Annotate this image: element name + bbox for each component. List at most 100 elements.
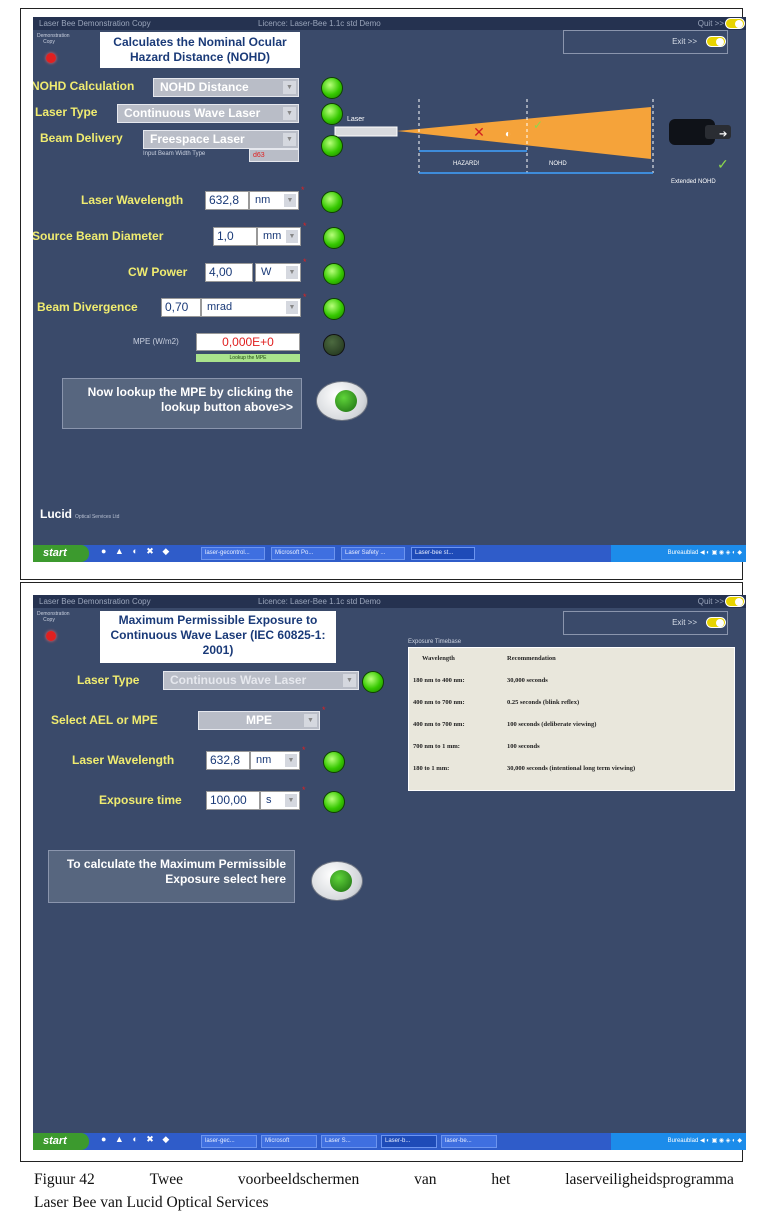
- taskbar-item[interactable]: Laser-b...: [381, 1135, 437, 1148]
- taskbar-item[interactable]: Laser S...: [321, 1135, 377, 1148]
- ael-mpe-select[interactable]: MPE ▼: [198, 711, 320, 730]
- source-diameter-unit-select[interactable]: mm ▼: [257, 227, 301, 246]
- diagram-hazard-label: HAZARD!: [453, 161, 480, 167]
- table-row: 180 nm to 400 nm: 30,000 seconds: [409, 670, 734, 692]
- title-bar: Laser Bee Demonstration Copy Licence: La…: [33, 17, 746, 30]
- figure-frame-top: Laser Bee Demonstration Copy Licence: La…: [20, 8, 746, 580]
- lookup-hint: Now lookup the MPE by clicking the looku…: [62, 378, 302, 429]
- chevron-down-icon[interactable]: ▼: [286, 266, 298, 279]
- mpe-label: MPE (W/m2): [133, 337, 179, 346]
- exposure-table: Wavelength Recommendation 180 nm to 400 …: [408, 647, 735, 791]
- wavelength-cell: 180 to 1 mm:: [413, 765, 450, 772]
- beam-delivery-label: Beam Delivery: [40, 131, 123, 145]
- chevron-down-icon[interactable]: ▼: [283, 107, 296, 120]
- chevron-down-icon[interactable]: ▼: [285, 754, 297, 767]
- mpe-output: 0,000E+0: [196, 333, 300, 351]
- quicklaunch-icons[interactable]: ● ▲ ◐ ✖ ◆: [101, 1134, 172, 1145]
- exposure-time-input[interactable]: 100,00: [206, 791, 260, 810]
- exit-toggle[interactable]: [706, 36, 726, 47]
- required-marker: *: [303, 257, 307, 267]
- laser-type-select[interactable]: Continuous Wave Laser ▼: [117, 104, 299, 123]
- divergence-input[interactable]: 0,70: [161, 298, 201, 317]
- calculate-go-button[interactable]: [311, 861, 363, 901]
- wavelength-status-led: [323, 751, 345, 773]
- exit-box: Exit >>: [563, 611, 728, 635]
- recommendation-cell: 0.25 seconds (blink reflex): [507, 699, 580, 706]
- chevron-down-icon[interactable]: ▼: [343, 674, 356, 687]
- chevron-down-icon[interactable]: ▼: [284, 194, 296, 207]
- cw-power-input[interactable]: 4,00: [205, 263, 253, 282]
- extended-check-icon: ✓: [717, 156, 729, 172]
- divergence-status-led: [323, 298, 345, 320]
- taskbar-item[interactable]: laser-be...: [441, 1135, 497, 1148]
- wavelength-input[interactable]: 632,8: [205, 191, 249, 210]
- required-marker: *: [302, 785, 306, 795]
- taskbar-item[interactable]: Microsoft: [261, 1135, 317, 1148]
- taskbar-item[interactable]: Laser Safety ...: [341, 547, 405, 560]
- start-button[interactable]: start: [33, 1133, 89, 1150]
- tray-label: Bureaublad: [667, 550, 699, 556]
- required-marker: *: [303, 221, 307, 231]
- lookup-go-button[interactable]: [316, 381, 368, 421]
- chevron-down-icon[interactable]: ▼: [283, 81, 296, 94]
- wavelength-status-led: [321, 191, 343, 213]
- required-marker: *: [303, 292, 307, 302]
- exit-toggle[interactable]: [706, 617, 726, 628]
- page-title: Maximum Permissible Exposure to Continuo…: [100, 611, 336, 663]
- lookup-mpe-button[interactable]: Lookup the MPE: [196, 354, 300, 362]
- nohd-calculation-label: NOHD Calculation: [33, 79, 135, 93]
- laser-type-status-led: [362, 671, 384, 693]
- taskbar-item[interactable]: Laser-bee st...: [411, 547, 475, 560]
- licence-text: Licence: Laser-Bee 1.1c std Demo: [258, 19, 381, 28]
- chevron-down-icon[interactable]: ▼: [304, 714, 317, 727]
- start-button[interactable]: start: [33, 545, 89, 562]
- quit-toggle[interactable]: [725, 596, 745, 607]
- diagram-laser-label: Laser: [347, 116, 365, 123]
- app-title: Laser Bee Demonstration Copy: [39, 19, 151, 28]
- source-diameter-input[interactable]: 1,0: [213, 227, 257, 246]
- exposure-unit-select[interactable]: s ▼: [260, 791, 300, 810]
- column-header: Wavelength: [422, 655, 455, 662]
- wavelength-input[interactable]: 632,8: [206, 751, 250, 770]
- chevron-down-icon[interactable]: ▼: [283, 133, 296, 146]
- laser-type-value: Continuous Wave Laser: [170, 673, 307, 687]
- cw-power-unit-select[interactable]: W ▼: [255, 263, 301, 282]
- exposure-table-title: Exposure Timebase: [408, 639, 462, 645]
- taskbar: start ● ▲ ◐ ✖ ◆ laser-gec... Microsoft L…: [33, 1133, 746, 1150]
- required-marker: *: [302, 745, 306, 755]
- quicklaunch-icons[interactable]: ● ▲ ◐ ✖ ◆: [101, 546, 172, 557]
- quit-toggle[interactable]: [725, 18, 745, 29]
- taskbar-item[interactable]: laser-gecontrol...: [201, 547, 265, 560]
- recommendation-cell: 100 seconds (deliberate viewing): [507, 721, 597, 728]
- figure-frame-bottom: Laser Bee Demonstration Copy Licence: La…: [20, 582, 746, 1162]
- source-diameter-label: Source Beam Diameter: [33, 229, 164, 243]
- table-row: 180 to 1 mm: 30,000 seconds (intentional…: [409, 758, 734, 780]
- chevron-down-icon[interactable]: ▼: [285, 794, 297, 807]
- demo-label: Demonstration Copy: [37, 33, 70, 45]
- wavelength-label: Laser Wavelength: [81, 193, 184, 207]
- laser-tube-shape: [334, 126, 398, 137]
- beam-width-type-value: d63: [253, 152, 265, 159]
- laser-type-select[interactable]: Continuous Wave Laser ▼: [163, 671, 359, 690]
- telescope-eye-icon: ➔: [719, 129, 727, 140]
- quit-button[interactable]: Quit >>: [698, 17, 724, 30]
- wavelength-unit-select[interactable]: nm ▼: [249, 191, 299, 210]
- chevron-down-icon[interactable]: ▼: [286, 230, 298, 243]
- taskbar-item[interactable]: Microsoft Po...: [271, 547, 335, 560]
- beam-delivery-value: Freespace Laser: [150, 132, 245, 146]
- nohd-status-led: [321, 77, 343, 99]
- wavelength-unit-select[interactable]: nm ▼: [250, 751, 300, 770]
- taskbar-item[interactable]: laser-gec...: [201, 1135, 257, 1148]
- divergence-unit-select[interactable]: mrad ▼: [201, 298, 301, 317]
- quit-button[interactable]: Quit >>: [698, 595, 724, 608]
- nohd-calculation-select[interactable]: NOHD Distance ▼: [153, 78, 299, 97]
- beam-delivery-select[interactable]: Freespace Laser ▼: [143, 130, 299, 149]
- beam-width-type-select[interactable]: d63: [249, 149, 299, 162]
- laser-type-value: Continuous Wave Laser: [124, 106, 261, 120]
- nohd-calculation-value: NOHD Distance: [160, 80, 249, 94]
- source-diameter-unit-value: mm: [263, 230, 282, 242]
- chevron-down-icon[interactable]: ▼: [286, 301, 298, 314]
- title-bar: Laser Bee Demonstration Copy Licence: La…: [33, 595, 746, 608]
- required-marker: *: [322, 705, 326, 715]
- figure-caption: Figuur 42 Twee voorbeeldschermen van het…: [34, 1168, 734, 1214]
